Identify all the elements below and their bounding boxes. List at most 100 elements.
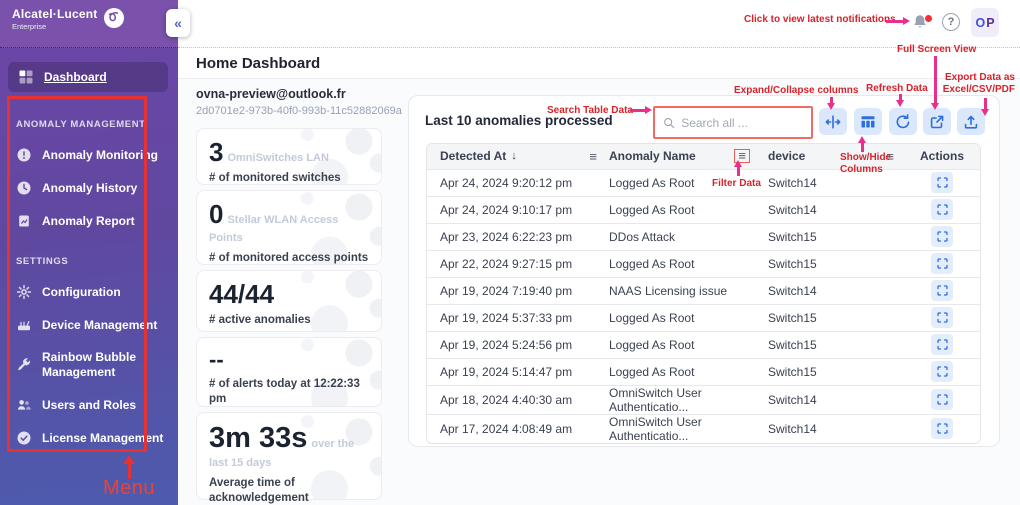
stat-value: -- — [209, 347, 224, 372]
page-header: Home Dashboard — [178, 48, 1020, 79]
avatar-initial-o: O — [975, 16, 985, 30]
expand-row-button[interactable] — [931, 334, 953, 355]
export-icon — [962, 113, 980, 131]
table-row[interactable]: Apr 19, 2024 7:19:40 pm NAAS Licensing i… — [427, 277, 980, 304]
stat-suffix: OmniSwitches LAN — [227, 152, 328, 164]
table-row[interactable]: Apr 19, 2024 5:14:47 pm Logged As Root S… — [427, 358, 980, 385]
cell-device: Switch15 — [760, 358, 904, 385]
sidebar-item-dashboard[interactable]: Dashboard — [8, 62, 168, 92]
cell-detected-at: Apr 24, 2024 9:20:12 pm — [427, 169, 609, 196]
sidebar-item-label: Dashboard — [44, 70, 107, 85]
table-row[interactable]: Apr 24, 2024 9:10:17 pm Logged As Root S… — [427, 196, 980, 223]
help-icon[interactable]: ? — [942, 13, 960, 31]
search-input[interactable] — [681, 116, 803, 130]
annotation-filter: Filter Data — [712, 178, 761, 189]
corner-brackets-icon — [936, 422, 949, 435]
stat-card-alerts-today: -- # of alerts today at 12:22:33 pm — [196, 337, 382, 407]
table-row[interactable]: Apr 23, 2024 6:22:23 pm DDos Attack Swit… — [427, 223, 980, 250]
stat-value: 3m 33s — [209, 422, 307, 454]
brand-header: Alcatel·Lucent Enterprise — [0, 0, 178, 48]
ale-logo-icon — [103, 7, 125, 29]
sort-desc-icon[interactable]: ↓ — [511, 150, 517, 162]
table-row[interactable]: Apr 19, 2024 5:37:33 pm Logged As Root S… — [427, 304, 980, 331]
expand-row-button[interactable] — [931, 280, 953, 301]
expand-row-button[interactable] — [931, 418, 953, 439]
stat-caption: Average time of acknowledgement — [209, 476, 369, 505]
cell-device: Switch14 — [760, 385, 904, 414]
anomalies-table: Detected At ↓ ≡ Anomaly Name ≡ — [426, 143, 981, 444]
annotation-full-screen: Full Screen View — [897, 44, 976, 55]
cell-anomaly-name: OmniSwitch User Authenticatio... — [609, 414, 760, 443]
cell-detected-at: Apr 19, 2024 5:37:33 pm — [427, 304, 609, 331]
cell-detected-at: Apr 18, 2024 4:40:30 am — [427, 385, 609, 414]
annotation-refresh: Refresh Data — [866, 83, 928, 94]
stat-value: 3 — [209, 137, 223, 167]
stat-caption: # of alerts today at 12:22:33 pm — [209, 377, 369, 407]
expand-row-button[interactable] — [931, 226, 953, 247]
cell-anomaly-name: Logged As Root — [609, 358, 760, 385]
column-header-anomaly-name[interactable]: Anomaly Name — [609, 149, 696, 163]
cell-detected-at: Apr 22, 2024 9:27:15 pm — [427, 250, 609, 277]
refresh-data-button[interactable] — [889, 108, 917, 135]
corner-brackets-icon — [936, 284, 949, 297]
expand-row-button[interactable] — [931, 307, 953, 328]
cell-detected-at: Apr 17, 2024 4:08:49 am — [427, 414, 609, 443]
user-avatar[interactable]: O P — [971, 8, 999, 37]
anomalies-panel: Last 10 anomalies processed — [408, 95, 1000, 447]
corner-brackets-icon — [936, 230, 949, 243]
annotation-menu-label: Menu — [103, 477, 155, 500]
columns-icon — [859, 113, 877, 131]
stat-caption: # of monitored switches — [209, 171, 369, 186]
full-screen-view-button[interactable] — [923, 108, 951, 135]
avatar-initial-p: P — [986, 16, 994, 30]
cell-anomaly-name: Logged As Root — [609, 196, 760, 223]
table-search-box — [653, 106, 813, 139]
dashboard-grid-icon — [18, 69, 34, 85]
annotation-expand-collapse: Expand/Collapse columns — [734, 85, 858, 96]
cell-device: Switch14 — [760, 196, 904, 223]
cell-detected-at: Apr 19, 2024 5:24:56 pm — [427, 331, 609, 358]
cell-device: Switch15 — [760, 304, 904, 331]
column-header-device[interactable]: device — [768, 149, 805, 163]
column-header-actions: Actions — [904, 144, 980, 169]
brand-logo-text: Alcatel·Lucent — [12, 7, 97, 21]
corner-brackets-icon — [936, 365, 949, 378]
show-hide-columns-button[interactable] — [854, 108, 882, 135]
annotation-show-hide: Show/Hide Columns — [840, 152, 910, 176]
main-content: ? O P Home Dashboard ovna-preview@outloo… — [178, 0, 1020, 505]
annotation-menu-box — [7, 96, 147, 452]
stat-caption: # of monitored access points — [209, 251, 369, 266]
expand-collapse-columns-button[interactable] — [819, 108, 847, 135]
stat-value: 44/44 — [209, 279, 274, 309]
table-row[interactable]: Apr 19, 2024 5:24:56 pm Logged As Root S… — [427, 331, 980, 358]
sidebar-collapse-button[interactable]: « — [166, 9, 190, 37]
full-screen-icon — [928, 113, 946, 131]
column-menu-icon[interactable]: ≡ — [589, 149, 597, 164]
expand-row-button[interactable] — [931, 172, 953, 193]
cell-device: Switch14 — [760, 277, 904, 304]
page-title: Home Dashboard — [196, 55, 320, 72]
cell-anomaly-name: OmniSwitch User Authenticatio... — [609, 385, 760, 414]
expand-row-button[interactable] — [931, 389, 953, 410]
stat-card-monitored-switches: 3 OmniSwitches LAN # of monitored switche… — [196, 128, 382, 185]
stat-caption: # active anomalies — [209, 313, 369, 328]
corner-brackets-icon — [936, 257, 949, 270]
table-row[interactable]: Apr 17, 2024 4:08:49 am OmniSwitch User … — [427, 414, 980, 443]
cell-anomaly-name: Logged As Root — [609, 250, 760, 277]
column-header-detected-at[interactable]: Detected At — [440, 149, 506, 163]
corner-brackets-icon — [936, 393, 949, 406]
stat-card-monitored-aps: 0Stellar WLAN Access Points # of monitor… — [196, 190, 382, 265]
search-icon — [663, 116, 675, 130]
expand-row-button[interactable] — [931, 199, 953, 220]
cell-device: Switch15 — [760, 331, 904, 358]
expand-row-button[interactable] — [931, 253, 953, 274]
user-email: ovna-preview@outlook.fr — [196, 87, 346, 101]
table-row[interactable]: Apr 22, 2024 9:27:15 pm Logged As Root S… — [427, 250, 980, 277]
expand-row-button[interactable] — [931, 361, 953, 382]
table-row[interactable]: Apr 18, 2024 4:40:30 am OmniSwitch User … — [427, 385, 980, 414]
refresh-icon — [894, 113, 912, 131]
corner-brackets-icon — [936, 311, 949, 324]
cell-detected-at: Apr 24, 2024 9:10:17 pm — [427, 196, 609, 223]
cell-detected-at: Apr 23, 2024 6:22:23 pm — [427, 223, 609, 250]
stat-card-avg-ack-time: 3m 33sover the last 15 days Average time… — [196, 412, 382, 500]
